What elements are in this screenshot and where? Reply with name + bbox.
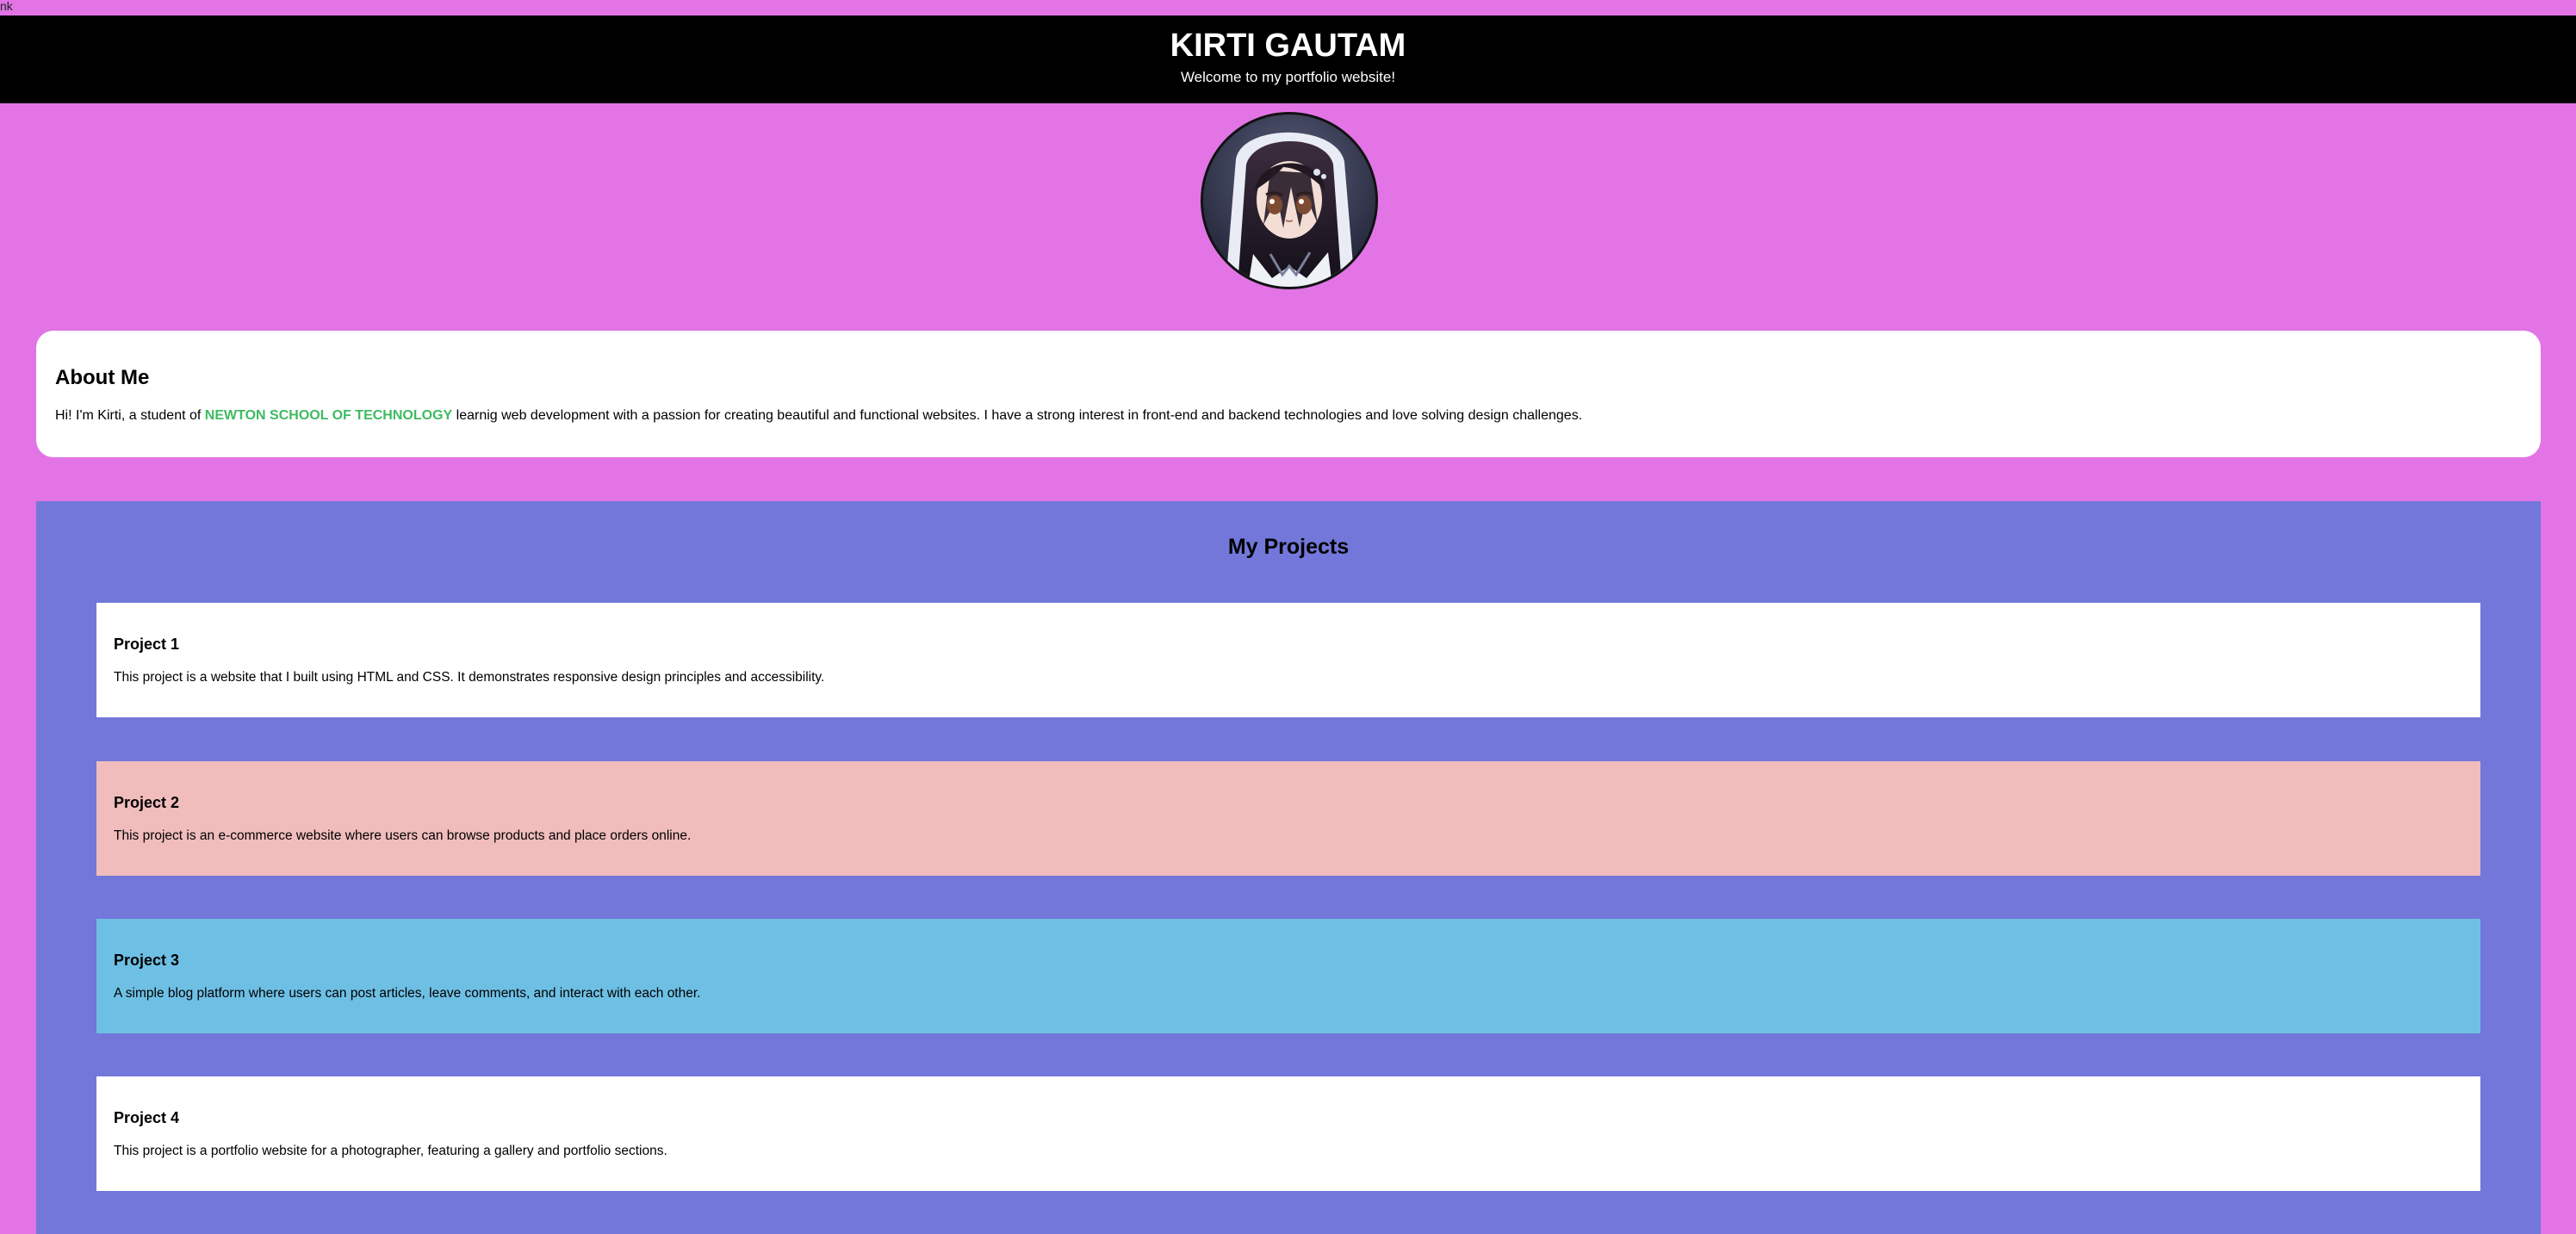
project-title: Project 4	[114, 1109, 180, 1126]
project-card-3: Project 3 A simple blog platform where u…	[96, 919, 2480, 1033]
about-heading: About Me	[55, 366, 150, 389]
projects-section: My Projects Project 1 This project is a …	[36, 501, 2541, 1234]
project-title: Project 2	[114, 794, 180, 811]
about-text: Hi! I'm Kirti, a student of NEWTON SCHOO…	[55, 406, 1582, 425]
project-card-1: Project 1 This project is a website that…	[96, 603, 2480, 717]
project-description: This project is an e-commerce website wh…	[114, 828, 692, 843]
projects-heading: My Projects	[1227, 535, 1350, 559]
project-description: This project is a website that I built u…	[114, 670, 825, 685]
corner-text: nk	[0, 0, 13, 13]
school-name: NEWTON SCHOOL OF TECHNOLOGY	[204, 408, 453, 423]
page-subtitle: Welcome to my portfolio website!	[1180, 69, 1396, 85]
project-description: A simple blog platform where users can p…	[114, 986, 701, 1001]
page-header: KIRTI GAUTAM Welcome to my portfolio web…	[0, 16, 2576, 103]
project-card-4: Project 4 This project is a portfolio we…	[96, 1076, 2480, 1191]
project-title: Project 3	[114, 952, 180, 969]
about-description-text: learnig web development with a passion f…	[452, 408, 1583, 423]
project-card-2: Project 2 This project is an e-commerce …	[96, 761, 2480, 876]
anime-avatar-illustration	[1203, 115, 1375, 287]
about-intro-text: Hi! I'm Kirti, a student of	[55, 408, 205, 423]
profile-avatar	[1201, 112, 1378, 289]
about-section: About Me Hi! I'm Kirti, a student of NEW…	[36, 331, 2541, 457]
project-description: This project is a portfolio website for …	[114, 1144, 667, 1158]
page-title: KIRTI GAUTAM	[1170, 28, 1406, 64]
project-title: Project 1	[114, 636, 180, 653]
